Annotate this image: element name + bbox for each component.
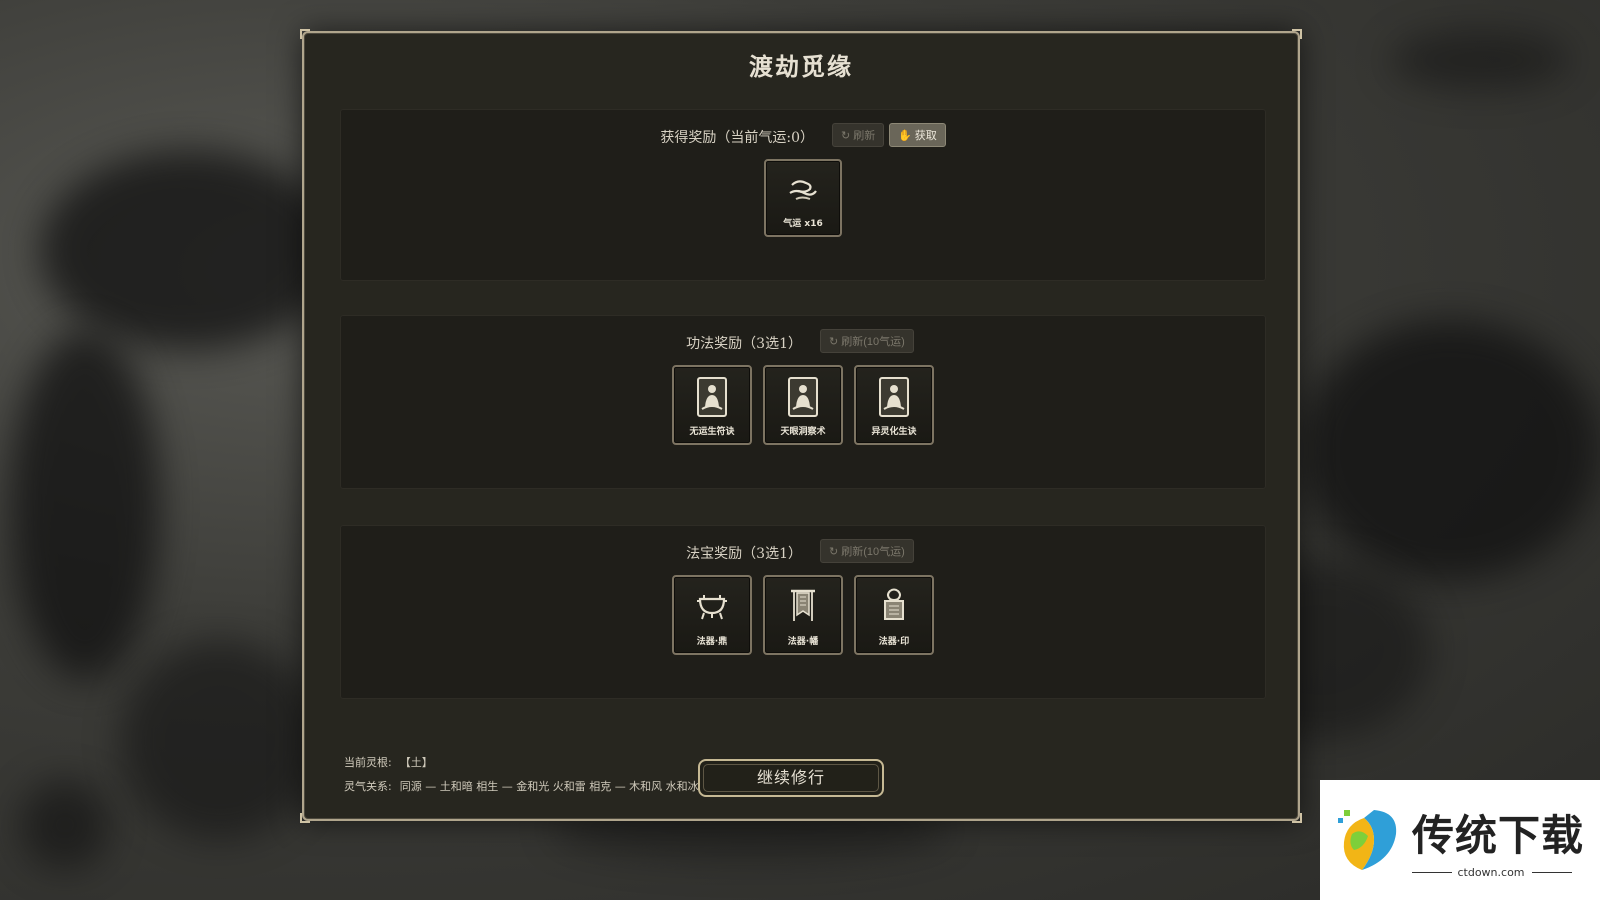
fabao-card-label: 法器·鼎 bbox=[696, 637, 728, 647]
gongfa-card-label: 天眼洞察术 bbox=[780, 427, 826, 437]
reward-section-label: 获得奖励（当前气运:0） bbox=[660, 130, 814, 146]
ctdown-logo-icon bbox=[1338, 810, 1397, 870]
banner-icon bbox=[791, 589, 815, 621]
fabao-card[interactable]: 法器·幡 bbox=[763, 575, 843, 655]
fabao-section: 法宝奖励（3选1） ↻ 刷新(10气运) 法器·鼎 法器·幡 法器·印 bbox=[340, 525, 1266, 699]
fabao-card[interactable]: 法器·印 bbox=[854, 575, 934, 655]
cauldron-icon bbox=[697, 595, 727, 620]
gongfa-card-label: 异灵化生诀 bbox=[871, 427, 917, 437]
watermark-url: ctdown.com bbox=[1457, 866, 1525, 879]
reward-dialog: 渡劫觅缘 获得奖励（当前气运:0） ↻ 刷新 ✋ 获取 气运 x16 功法奖励（… bbox=[300, 29, 1302, 823]
spirit-root-line: 当前灵根: 【土】 bbox=[344, 751, 699, 775]
fabao-section-label: 法宝奖励（3选1） bbox=[686, 546, 802, 562]
watermark-text: 传统下载 bbox=[1412, 811, 1585, 860]
gongfa-card[interactable]: 天眼洞察术 bbox=[763, 365, 843, 445]
refresh-icon: ↻ bbox=[829, 546, 839, 558]
spirit-root-info: 当前灵根: 【土】 灵气关系: 同源 — 土和暗 相生 — 金和光 火和雷 相克 —… bbox=[344, 751, 699, 799]
meditating-figure-icon bbox=[879, 377, 909, 417]
refresh-icon: ↻ bbox=[829, 336, 839, 348]
gongfa-section: 功法奖励（3选1） ↻ 刷新(10气运) 无运生符诀 天眼洞察术 异灵化生诀 bbox=[340, 315, 1266, 489]
fabao-refresh-button[interactable]: ↻ 刷新(10气运) bbox=[820, 539, 914, 563]
reward-refresh-button[interactable]: ↻ 刷新 bbox=[832, 123, 885, 147]
reward-item-label: 气运 x16 bbox=[783, 219, 823, 229]
fabao-card-label: 法器·印 bbox=[878, 637, 910, 647]
spirit-root-label: 当前灵根: bbox=[344, 756, 392, 769]
fabao-card-label: 法器·幡 bbox=[787, 637, 819, 647]
gongfa-card-label: 无运生符诀 bbox=[689, 427, 735, 437]
spirit-relation-line: 灵气关系: 同源 — 土和暗 相生 — 金和光 火和雷 相克 — 木和风 水和冰 bbox=[344, 775, 699, 799]
meditating-figure-icon bbox=[697, 377, 727, 417]
dialog-title: 渡劫觅缘 bbox=[749, 52, 853, 81]
fabao-card[interactable]: 法器·鼎 bbox=[672, 575, 752, 655]
reward-item-card[interactable]: 气运 x16 bbox=[764, 159, 842, 237]
spirit-root-value: 【土】 bbox=[399, 756, 433, 769]
gongfa-section-label: 功法奖励（3选1） bbox=[686, 336, 802, 352]
site-watermark: 传统下载 ctdown.com bbox=[1320, 780, 1600, 900]
meditating-figure-icon bbox=[788, 377, 818, 417]
continue-cultivation-button[interactable]: 继续修行 bbox=[698, 759, 884, 797]
qiyun-cloud-icon bbox=[789, 180, 817, 200]
refresh-icon: ↻ bbox=[841, 130, 851, 142]
reward-section: 获得奖励（当前气运:0） ↻ 刷新 ✋ 获取 气运 x16 bbox=[340, 109, 1266, 281]
gongfa-card[interactable]: 无运生符诀 bbox=[672, 365, 752, 445]
reward-obtain-button[interactable]: ✋ 获取 bbox=[889, 123, 946, 147]
gongfa-card[interactable]: 异灵化生诀 bbox=[854, 365, 934, 445]
spirit-relation-value: 同源 — 土和暗 相生 — 金和光 火和雷 相克 — 木和风 水和冰 bbox=[399, 780, 699, 793]
hand-icon: ✋ bbox=[898, 130, 912, 142]
gongfa-refresh-button[interactable]: ↻ 刷新(10气运) bbox=[820, 329, 914, 353]
seal-icon bbox=[884, 588, 904, 620]
spirit-relation-label: 灵气关系: bbox=[344, 780, 392, 793]
